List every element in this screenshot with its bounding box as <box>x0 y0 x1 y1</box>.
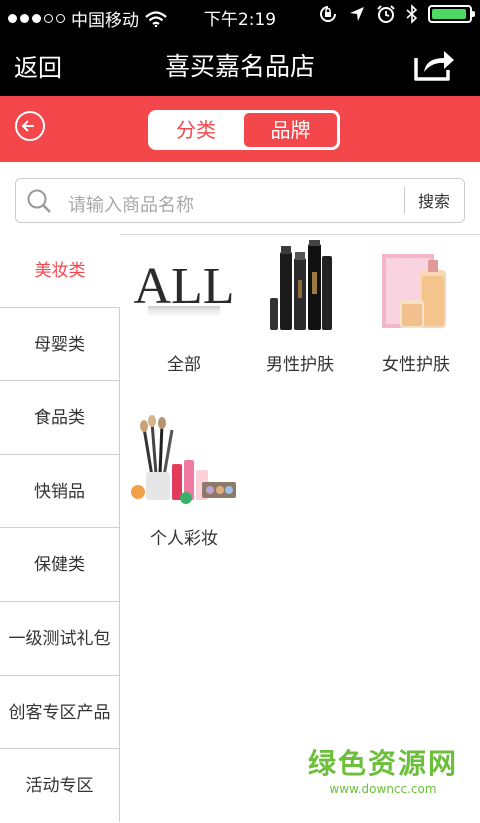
sidebar-item-maker-zone[interactable]: 创客专区产品 <box>0 675 120 749</box>
all-logo-image: ALL <box>133 258 235 320</box>
personal-makeup-image <box>131 415 236 504</box>
sidebar-item-baby[interactable]: 母婴类 <box>0 307 120 381</box>
brand-item-all[interactable]: ALL 全部 <box>126 240 242 380</box>
brand-label: 全部 <box>167 355 201 375</box>
status-icons <box>318 4 475 24</box>
tab-brand[interactable]: 品牌 <box>244 113 337 147</box>
sidebar-item-activity[interactable]: 活动专区 <box>0 748 120 822</box>
bluetooth-icon <box>406 4 418 24</box>
category-toggle-bar: 分类 品牌 <box>0 96 480 162</box>
sidebar-item-health[interactable]: 保健类 <box>0 527 120 601</box>
sidebar-item-makeup[interactable]: 美妆类 <box>0 234 120 308</box>
sidebar-item-food[interactable]: 食品类 <box>0 380 120 454</box>
women-skincare-image <box>382 254 446 328</box>
sidebar-item-fmcg[interactable]: 快销品 <box>0 454 120 528</box>
search-area: 请输入商品名称 搜索 <box>0 162 480 235</box>
tab-category[interactable]: 分类 <box>148 110 244 150</box>
watermark: 绿色资源网 www.downcc.com <box>308 742 458 796</box>
search-input[interactable]: 请输入商品名称 <box>68 191 194 217</box>
sidebar-item-test-gift[interactable]: 一级测试礼包 <box>0 601 120 675</box>
location-icon <box>350 7 364 21</box>
status-bar: 中国移动 下午2:19 <box>0 0 480 32</box>
search-divider <box>404 187 405 214</box>
brand-label: 女性护肤 <box>382 355 450 375</box>
brand-item-women-skincare[interactable]: 女性护肤 <box>358 240 474 380</box>
men-skincare-image <box>270 240 332 330</box>
search-box: 请输入商品名称 搜索 <box>15 178 465 223</box>
segmented-control: 分类 品牌 <box>148 110 340 150</box>
search-icon <box>27 189 51 213</box>
share-icon[interactable] <box>412 46 456 82</box>
category-sidebar: 美妆类 母婴类 食品类 快销品 保健类 一级测试礼包 创客专区产品 活动专区 <box>0 234 120 822</box>
brand-item-men-skincare[interactable]: 男性护肤 <box>242 240 358 380</box>
watermark-title: 绿色资源网 <box>307 747 458 780</box>
brand-label: 男性护肤 <box>266 355 334 375</box>
watermark-url: www.downcc.com <box>329 782 437 796</box>
search-button[interactable]: 搜索 <box>418 188 450 212</box>
page-title: 喜买嘉名品店 <box>164 52 315 81</box>
battery-icon <box>428 5 475 23</box>
alarm-icon <box>377 5 395 23</box>
brand-label: 个人彩妆 <box>150 529 218 549</box>
circle-back-icon[interactable] <box>14 110 46 142</box>
brand-item-personal-makeup[interactable]: 个人彩妆 <box>126 414 242 554</box>
navigation-bar: 返回 喜买嘉名品店 <box>0 32 480 96</box>
orientation-lock-icon <box>320 6 336 22</box>
